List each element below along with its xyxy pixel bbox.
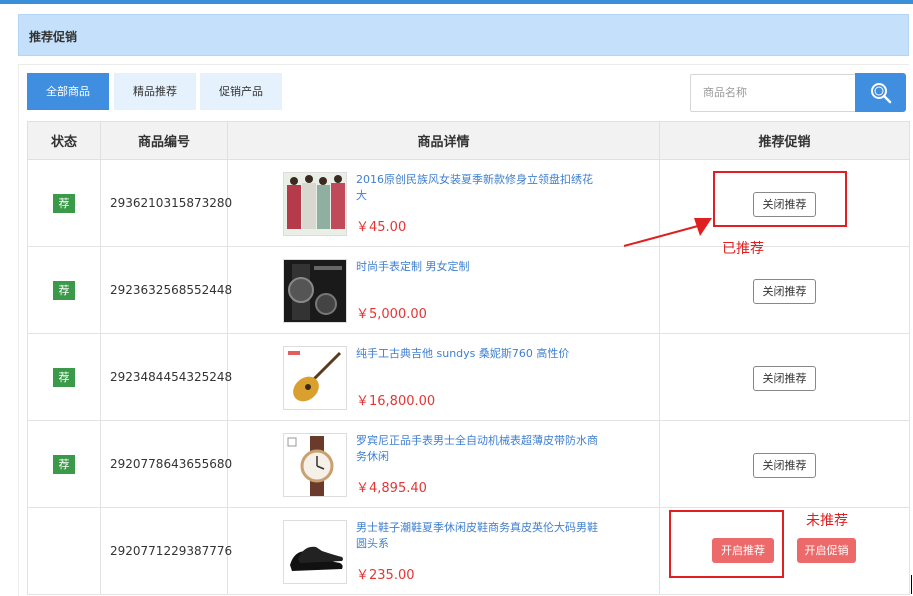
table-row: 荐 2920778643655680 罗宾尼正品手表男士全自动机械表超薄皮带防水…	[27, 420, 910, 508]
product-code: 2936210315873280	[100, 159, 232, 247]
column-header-details: 商品详情	[227, 121, 660, 160]
search-button[interactable]	[855, 73, 906, 112]
product-image-guitar[interactable]	[283, 345, 347, 410]
product-code: 2920778643655680	[100, 420, 232, 508]
column-header-recommend: 推荐促销	[659, 121, 910, 160]
close-recommend-button[interactable]: 关闭推荐	[753, 453, 816, 478]
top-accent-line	[0, 0, 913, 4]
product-name-link[interactable]: 2016原创民族风女装夏季新款修身立领盘扣绣花 大	[356, 172, 606, 204]
close-recommend-button[interactable]: 关闭推荐	[753, 366, 816, 391]
tab-promotion[interactable]: 促销产品	[200, 73, 282, 110]
column-header-code: 商品编号	[100, 121, 228, 160]
tab-featured[interactable]: 精品推荐	[114, 73, 196, 110]
table-row: 荐 2923632568552448 时尚手表定制 男女定制 ￥5,000.00…	[27, 246, 910, 334]
product-code: 2923484454325248	[100, 333, 232, 421]
product-price: ￥5,000.00	[356, 306, 427, 322]
recommended-badge: 荐	[53, 367, 75, 387]
enable-promotion-button[interactable]: 开启促销	[797, 538, 856, 563]
product-price: ￥4,895.40	[356, 480, 427, 496]
search-icon	[871, 83, 892, 104]
annotation-box-recommended	[713, 171, 847, 227]
product-image-dress[interactable]	[283, 171, 347, 236]
recommended-badge: 荐	[53, 193, 75, 213]
annotation-arrow-icon	[623, 218, 712, 247]
recommended-badge: 荐	[53, 280, 75, 300]
annotation-box-not-recommended	[669, 510, 784, 578]
product-image-mechanical-watch[interactable]	[283, 432, 347, 497]
product-name-link[interactable]: 纯手工古典吉他 sundys 桑妮斯760 高性价	[356, 346, 606, 362]
tab-all-products[interactable]: 全部商品	[27, 73, 109, 110]
text-cursor	[911, 575, 912, 594]
section-title: 推荐促销	[29, 30, 78, 44]
search-input[interactable]: 商品名称	[690, 74, 856, 112]
column-header-status: 状态	[27, 121, 101, 160]
table-header-row: 状态 商品编号 商品详情 推荐促销	[27, 121, 910, 160]
table-row: 荐 2923484454325248 纯手工古典吉他 sundys 桑妮斯760…	[27, 333, 910, 421]
product-code: 2923632568552448	[100, 246, 232, 334]
product-name-link[interactable]: 罗宾尼正品手表男士全自动机械表超薄皮带防水商务休闲	[356, 433, 606, 465]
section-header: 推荐促销	[18, 14, 909, 56]
product-image-shoes[interactable]	[283, 519, 347, 584]
product-name-link[interactable]: 时尚手表定制 男女定制	[356, 259, 606, 275]
product-name-link[interactable]: 男士鞋子潮鞋夏季休闲皮鞋商务真皮英伦大码男鞋圆头系	[356, 520, 606, 552]
product-image-watch[interactable]	[283, 258, 347, 323]
status-empty	[27, 507, 101, 595]
product-price: ￥45.00	[356, 219, 407, 235]
close-recommend-button[interactable]: 关闭推荐	[753, 279, 816, 304]
product-price: ￥235.00	[356, 567, 415, 583]
annotation-not-recommended-label: 未推荐	[806, 513, 848, 529]
recommended-badge: 荐	[53, 454, 75, 474]
annotation-recommended-label: 已推荐	[722, 241, 764, 257]
product-price: ￥16,800.00	[356, 393, 436, 409]
product-code: 2920771229387776	[100, 507, 232, 595]
